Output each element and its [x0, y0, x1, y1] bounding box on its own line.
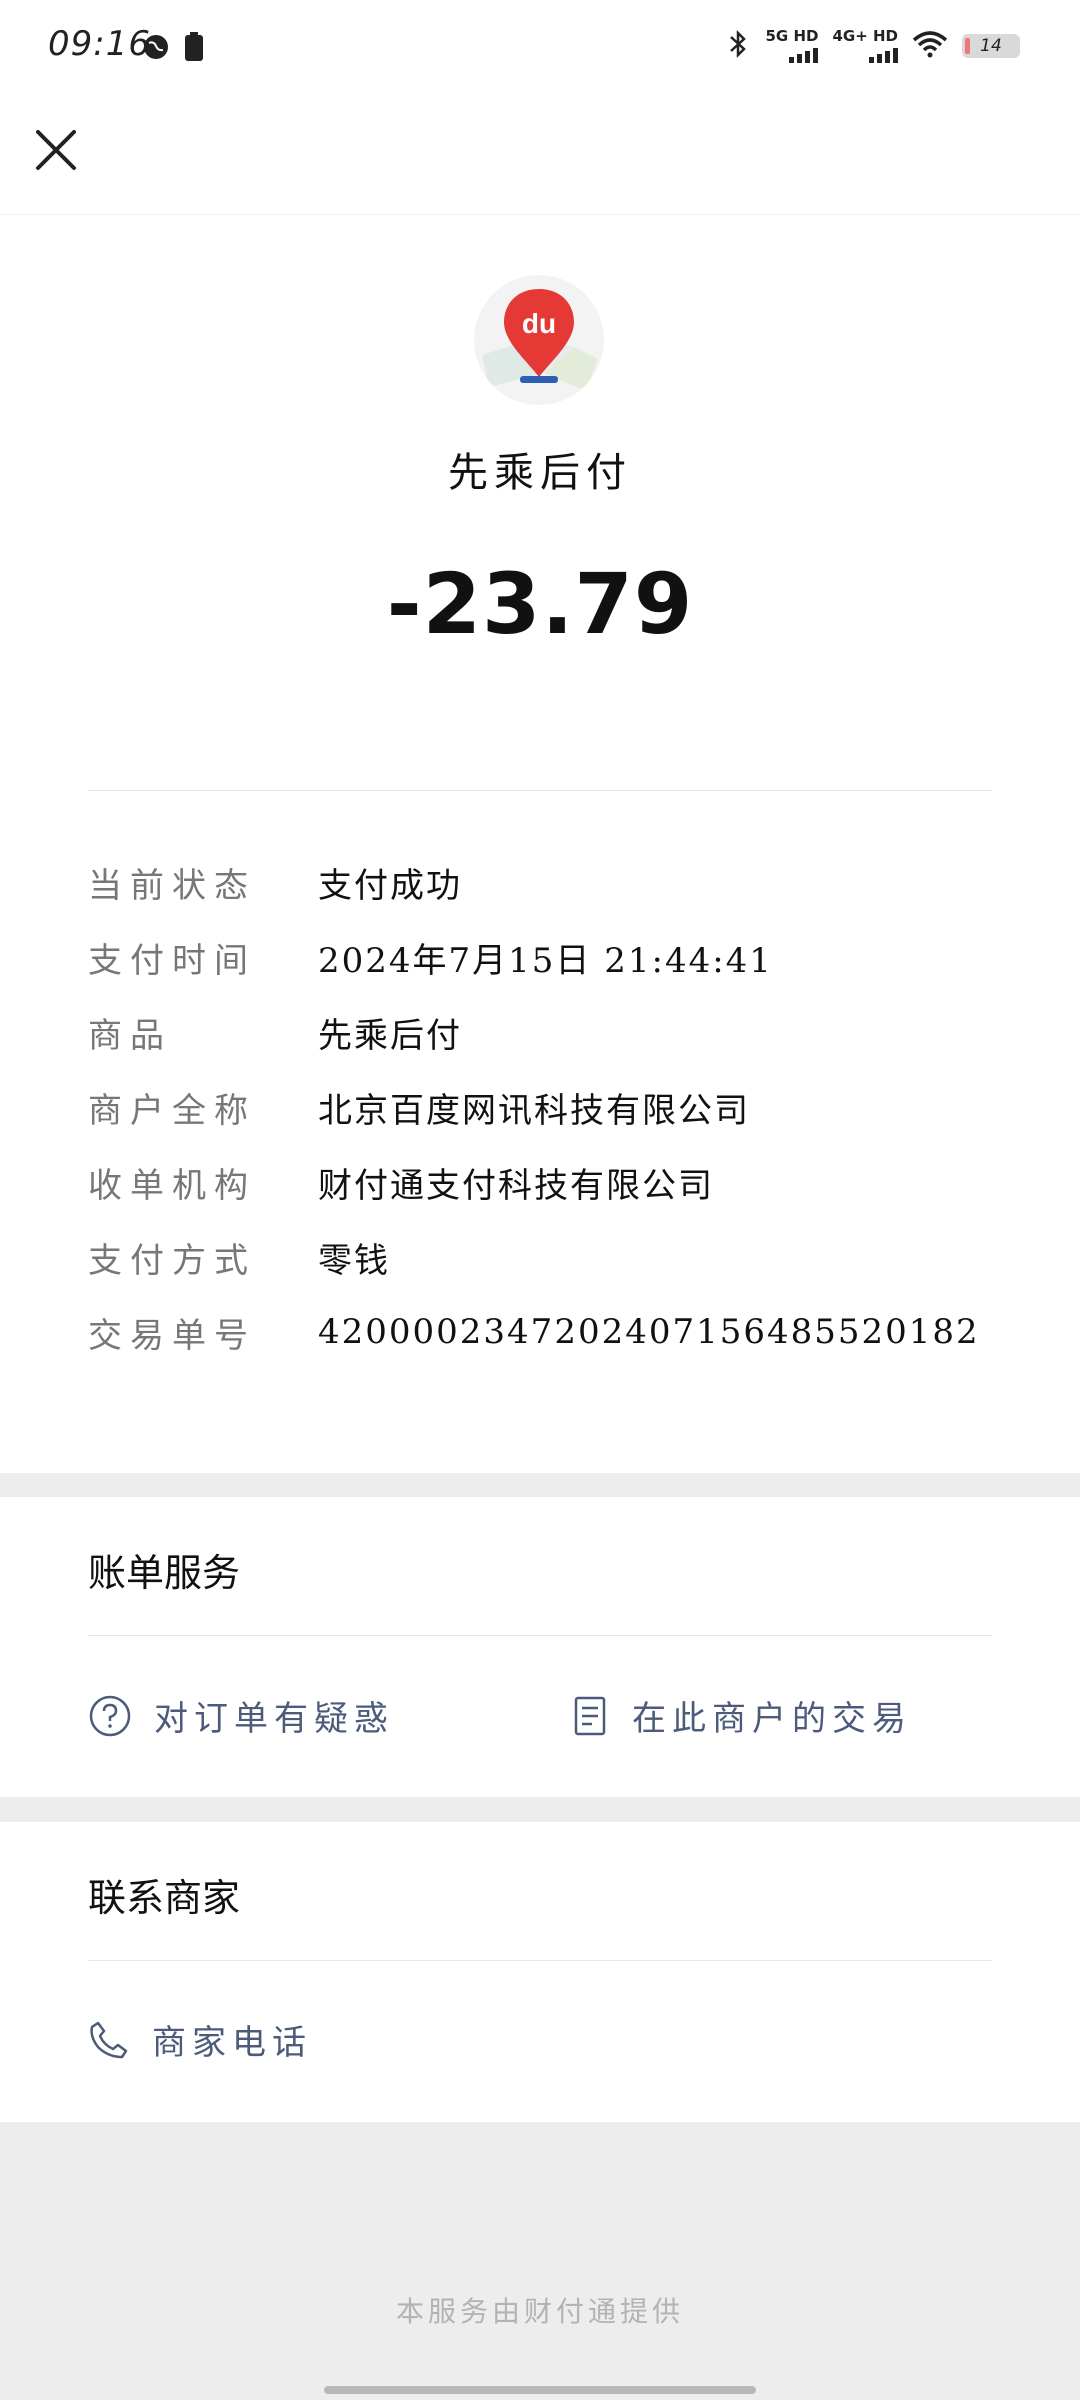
detail-value: 北京百度网讯科技有限公司	[318, 1090, 750, 1131]
merchant-transactions-label: 在此商户的交易	[632, 1699, 912, 1739]
detail-label: 商户全称	[88, 1090, 256, 1131]
detail-row-transaction-id: 交易单号 4200002347202407156485520182	[88, 1302, 992, 1362]
detail-label: 当前状态	[88, 865, 256, 906]
transaction-amount: -23.79	[386, 555, 694, 653]
close-icon	[36, 130, 76, 170]
order-question-label: 对订单有疑惑	[154, 1699, 394, 1739]
transaction-card: du 先乘后付 -23.79 当前状态 支付成功 支付时间 2024年7月15日…	[0, 215, 1080, 1473]
logo-text: du	[522, 308, 556, 339]
divider	[88, 790, 992, 791]
detail-value: 财付通支付科技有限公司	[318, 1165, 714, 1206]
phone-icon	[90, 2021, 128, 2058]
merchant-transactions-link[interactable]: 在此商户的交易	[570, 1691, 912, 1740]
bluetooth-icon	[725, 28, 751, 64]
detail-label: 商品	[88, 1015, 172, 1056]
signal-4g-indicator: 4G+ HD	[832, 29, 898, 63]
footer-text: 本服务由财付通提供	[395, 2295, 684, 2328]
detail-label: 交易单号	[88, 1315, 256, 1356]
divider	[88, 1635, 992, 1636]
divider	[88, 1960, 992, 1961]
detail-value: 支付成功	[318, 865, 462, 906]
battery-indicator: 14	[962, 34, 1020, 58]
contact-merchant-section: 联系商家 商家电话	[0, 1822, 1080, 2122]
detail-row-time: 支付时间 2024年7月15日 21:44:41	[88, 927, 992, 987]
detail-row-payment-method: 支付方式 零钱	[88, 1227, 992, 1287]
detail-label: 支付时间	[88, 940, 256, 981]
detail-label: 收单机构	[88, 1165, 256, 1206]
detail-row-acquirer: 收单机构 财付通支付科技有限公司	[88, 1152, 992, 1212]
merchant-phone-link[interactable]: 商家电话	[88, 2015, 312, 2064]
network-label-5g: 5G HD	[765, 27, 819, 45]
section-title: 联系商家	[88, 1876, 241, 1920]
document-icon	[574, 1696, 606, 1735]
top-nav	[0, 100, 1080, 215]
battery-small-icon	[184, 32, 204, 66]
bill-service-section: 账单服务 对订单有疑惑 在此商户的交易	[0, 1497, 1080, 1797]
home-indicator[interactable]	[324, 2386, 756, 2394]
detail-value: 先乘后付	[318, 1015, 462, 1056]
detail-row-status: 当前状态 支付成功	[88, 852, 992, 912]
signal-5g-indicator: 5G HD	[765, 27, 819, 63]
detail-value: 零钱	[318, 1240, 390, 1281]
detail-row-merchant-full-name: 商户全称 北京百度网讯科技有限公司	[88, 1077, 992, 1137]
detail-label: 支付方式	[88, 1240, 256, 1281]
status-time: 09:16	[48, 24, 151, 64]
merchant-logo: du	[474, 275, 604, 405]
close-button[interactable]	[28, 122, 84, 178]
order-question-link[interactable]: 对订单有疑惑	[88, 1691, 394, 1740]
detail-value: 2024年7月15日 21:44:41	[318, 940, 773, 981]
detail-row-product: 商品 先乘后付	[88, 1002, 992, 1062]
status-bar: 09:16 5G HD 4G+ HD 14	[0, 0, 1080, 100]
question-icon	[89, 1695, 131, 1736]
network-label-4g: 4G+ HD	[832, 27, 898, 45]
globe-icon	[142, 33, 170, 65]
wifi-icon	[912, 30, 948, 62]
detail-value[interactable]: 4200002347202407156485520182	[318, 1312, 980, 1352]
section-title: 账单服务	[88, 1551, 241, 1595]
battery-level: 14	[980, 36, 1002, 56]
merchant-phone-label: 商家电话	[152, 2023, 312, 2063]
merchant-name: 先乘后付	[448, 450, 632, 496]
